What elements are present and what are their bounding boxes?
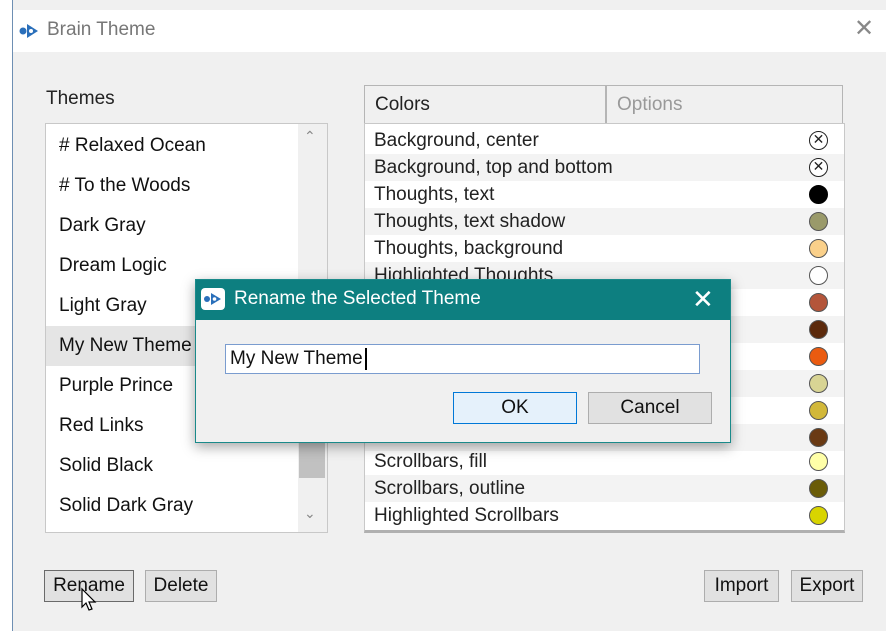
chevron-down-icon[interactable]: ⌄ bbox=[304, 505, 316, 522]
color-swatch[interactable] bbox=[809, 185, 828, 204]
color-row[interactable]: Background, top and bottom ✕ bbox=[365, 154, 844, 181]
color-row-label: Scrollbars, outline bbox=[374, 478, 526, 499]
color-row-label: Scrollbars, fill bbox=[374, 451, 487, 472]
window-title: Brain Theme bbox=[47, 19, 156, 40]
brain-app-icon bbox=[18, 20, 42, 47]
theme-name-input[interactable]: My New Theme bbox=[225, 344, 700, 374]
color-swatch[interactable] bbox=[809, 239, 828, 258]
theme-list-item[interactable]: # Relaxed Ocean bbox=[46, 126, 296, 166]
color-swatch[interactable] bbox=[809, 212, 828, 231]
color-row[interactable]: Background, center ✕ bbox=[365, 127, 844, 154]
color-row-label: Background, top and bottom bbox=[374, 157, 613, 178]
chevron-up-icon[interactable]: ⌃ bbox=[304, 128, 316, 145]
tab-options[interactable]: Options bbox=[606, 85, 843, 123]
ok-button[interactable]: OK bbox=[453, 392, 577, 424]
theme-name-value: My New Theme bbox=[230, 348, 363, 369]
close-icon[interactable]: ✕ bbox=[692, 284, 714, 314]
color-swatch[interactable] bbox=[809, 320, 828, 339]
theme-list-item[interactable]: Solid Dark Gray bbox=[46, 486, 296, 526]
no-color-icon[interactable]: ✕ bbox=[809, 158, 828, 177]
color-swatch[interactable] bbox=[809, 401, 828, 420]
theme-list-item[interactable]: # To the Woods bbox=[46, 166, 296, 206]
close-icon[interactable]: ✕ bbox=[854, 14, 874, 44]
color-swatch[interactable] bbox=[809, 347, 828, 366]
tab-colors[interactable]: Colors bbox=[364, 85, 606, 123]
no-color-icon[interactable]: ✕ bbox=[809, 131, 828, 150]
color-row-label: Thoughts, text bbox=[374, 184, 495, 205]
color-row-label: Background, center bbox=[374, 130, 539, 151]
color-swatch[interactable] bbox=[809, 293, 828, 312]
color-swatch[interactable] bbox=[809, 452, 828, 471]
color-swatch[interactable] bbox=[809, 479, 828, 498]
color-row-label: Thoughts, background bbox=[374, 238, 564, 259]
color-row[interactable]: Thoughts, background bbox=[365, 235, 844, 262]
themes-label: Themes bbox=[46, 88, 115, 109]
brain-app-icon bbox=[201, 288, 225, 315]
import-button[interactable]: Import bbox=[704, 570, 779, 602]
color-row[interactable]: Highlighted Scrollbars bbox=[365, 502, 844, 529]
color-swatch[interactable] bbox=[809, 374, 828, 393]
text-caret bbox=[364, 347, 367, 370]
theme-list-item[interactable]: Solid Black bbox=[46, 446, 296, 486]
color-row[interactable]: Scrollbars, outline bbox=[365, 475, 844, 502]
mouse-pointer-icon bbox=[80, 587, 98, 618]
color-swatch[interactable] bbox=[809, 428, 828, 447]
theme-list-item[interactable]: Dark Gray bbox=[46, 206, 296, 246]
color-swatch[interactable] bbox=[809, 506, 828, 525]
cancel-button[interactable]: Cancel bbox=[588, 392, 712, 424]
color-row[interactable]: Scrollbars, fill bbox=[365, 448, 844, 475]
color-swatch[interactable] bbox=[809, 266, 828, 285]
color-row-label: Highlighted Scrollbars bbox=[374, 505, 559, 526]
delete-button[interactable]: Delete bbox=[145, 570, 217, 602]
dialog-title: Rename the Selected Theme bbox=[234, 288, 481, 309]
color-row[interactable]: Thoughts, text shadow bbox=[365, 208, 844, 235]
color-row[interactable]: Thoughts, text bbox=[365, 181, 844, 208]
color-row-label: Thoughts, text shadow bbox=[374, 211, 566, 232]
export-button[interactable]: Export bbox=[791, 570, 863, 602]
